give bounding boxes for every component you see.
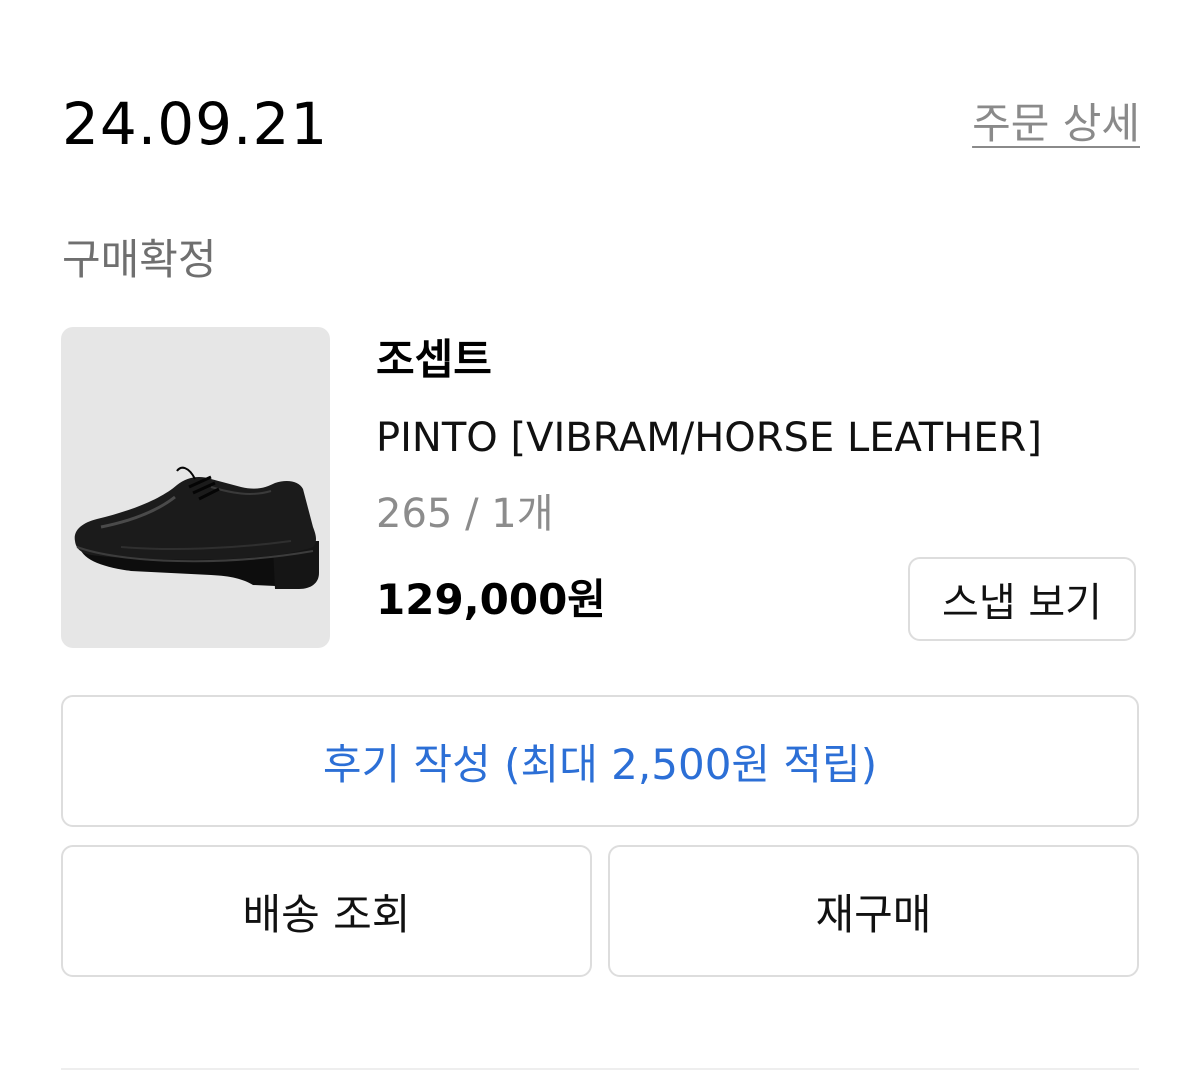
- product-brand[interactable]: 조셉트: [376, 332, 492, 388]
- write-review-button[interactable]: 후기 작성 (최대 2,500원 적립): [61, 695, 1139, 827]
- order-date: 24.09.21: [62, 90, 329, 158]
- rebuy-button[interactable]: 재구매: [608, 845, 1139, 977]
- divider: [61, 1068, 1139, 1070]
- product-option: 265 / 1개: [376, 491, 554, 537]
- order-detail-link[interactable]: 주문 상세: [972, 96, 1140, 152]
- product-name[interactable]: PINTO [VIBRAM/HORSE LEATHER]: [376, 410, 1042, 466]
- product-price: 129,000원: [376, 575, 606, 624]
- view-snap-button[interactable]: 스냅 보기: [908, 557, 1136, 641]
- track-delivery-button[interactable]: 배송 조회: [61, 845, 592, 977]
- product-thumbnail[interactable]: [61, 327, 330, 648]
- shoe-image: [74, 466, 319, 589]
- order-status-label: 구매확정: [62, 235, 217, 284]
